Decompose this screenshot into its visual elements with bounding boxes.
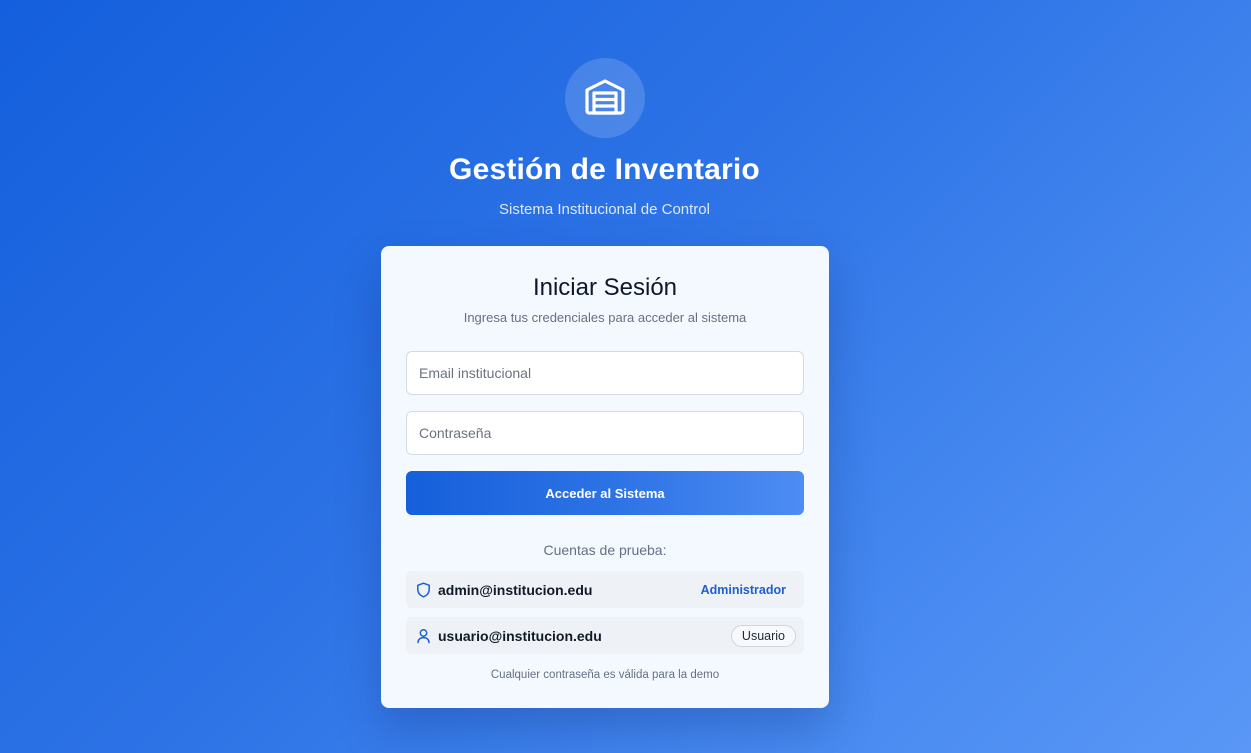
login-submit-button[interactable]: Acceder al Sistema	[406, 471, 804, 515]
test-accounts-heading: Cuentas de prueba:	[543, 542, 667, 558]
password-input[interactable]	[406, 411, 804, 455]
app-logo	[565, 58, 645, 138]
role-badge-admin: Administrador	[700, 582, 786, 597]
warehouse-icon	[583, 74, 627, 123]
email-input[interactable]	[406, 351, 804, 395]
user-icon	[415, 628, 431, 644]
role-badge-user: Usuario	[730, 624, 796, 647]
test-account-email: usuario@institucion.edu	[438, 627, 602, 644]
test-account-admin[interactable]: admin@institucion.edu Administrador	[406, 571, 804, 608]
app-subtitle: Sistema Institucional de Control	[499, 201, 710, 218]
demo-note: Cualquier contraseña es válida para la d…	[490, 669, 720, 681]
test-account-user[interactable]: usuario@institucion.edu Usuario	[406, 617, 804, 654]
test-account-email: admin@institucion.edu	[438, 581, 593, 598]
login-subtitle: Ingresa tus credenciales para acceder al…	[463, 310, 747, 325]
login-card: Iniciar Sesión Ingresa tus credenciales …	[381, 246, 829, 708]
login-title: Iniciar Sesión	[532, 274, 678, 301]
shield-icon	[415, 581, 431, 598]
app-title: Gestión de Inventario	[449, 153, 760, 186]
